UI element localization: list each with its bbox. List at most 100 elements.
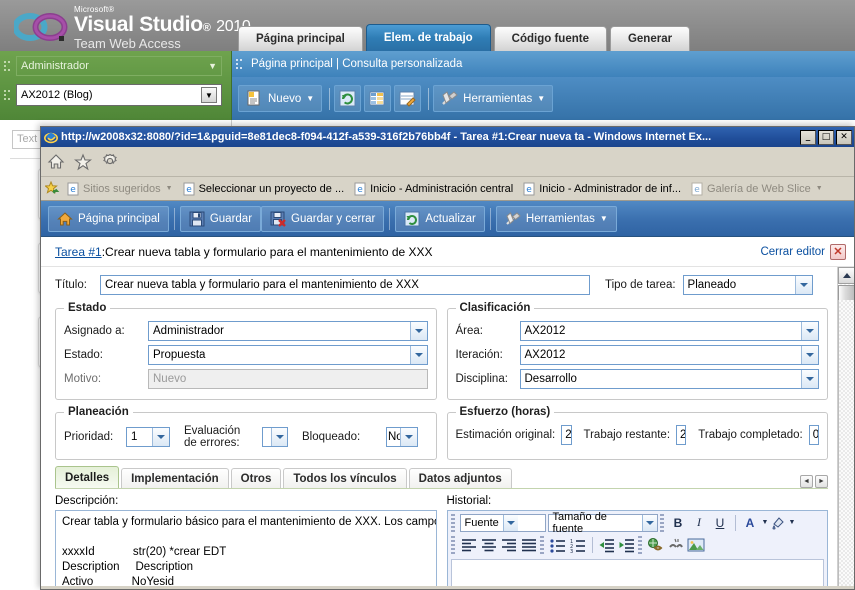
asignado-a-combo[interactable]: Administrador	[148, 321, 428, 341]
chevron-down-icon[interactable]	[152, 428, 169, 446]
close-button[interactable]: ✕	[836, 129, 852, 145]
tools-menu-button[interactable]: Herramientas ▼	[433, 85, 554, 112]
align-center-icon[interactable]	[480, 537, 498, 553]
tab-elem-de-trabajo[interactable]: Elem. de trabajo	[365, 24, 491, 51]
fav-seleccionar-proyecto[interactable]: e Seleccionar un proyecto de ...	[180, 181, 348, 197]
tab-otros[interactable]: Otros	[230, 468, 282, 488]
chevron-down-icon[interactable]	[400, 428, 417, 446]
scroll-up-button[interactable]	[838, 267, 854, 284]
tab-pagina-principal[interactable]: Página principal	[238, 26, 363, 51]
chevron-down-icon[interactable]	[409, 346, 427, 364]
prioridad-combo[interactable]: 1	[126, 427, 170, 447]
project-selector[interactable]: AX2012 (Blog) ▼	[16, 84, 222, 106]
iteracion-combo[interactable]: AX2012	[519, 345, 819, 365]
close-editor-button[interactable]: Cerrar editor ✕	[760, 243, 846, 260]
tab-scroll-right-button[interactable]: ►	[815, 475, 828, 488]
chevron-down-icon[interactable]	[794, 276, 812, 294]
fav-inicio-administrador-inf[interactable]: e Inicio - Administrador de inf...	[520, 181, 684, 197]
window-title-bar[interactable]: http://w2008x32:8080/?id=1&pguid=8e81dec…	[41, 127, 854, 147]
save-and-close-button[interactable]: Guardar y cerrar	[261, 205, 385, 232]
tab-codigo-fuente[interactable]: Código fuente	[493, 26, 607, 51]
refresh-button[interactable]: Actualizar	[395, 205, 485, 232]
bloqueado-combo[interactable]: No	[386, 427, 418, 447]
maximize-button[interactable]: □	[818, 129, 834, 145]
visual-studio-logo: Microsoft® Visual Studio® 2010 Team Web …	[14, 6, 251, 50]
area-combo[interactable]: AX2012	[519, 321, 819, 341]
home-button[interactable]: Página principal	[48, 205, 169, 232]
font-color-button[interactable]: A	[741, 513, 760, 532]
trabajo-completado-input[interactable]: 0	[808, 425, 819, 445]
estado-combo[interactable]: Propuesta	[148, 345, 428, 365]
font-size-select[interactable]: Tamaño de fuente	[547, 511, 658, 535]
disciplina-combo[interactable]: Desarrollo	[519, 369, 819, 389]
evaluacion-errores-combo[interactable]	[262, 427, 288, 447]
edit-query-button[interactable]	[394, 85, 422, 112]
work-item-id-link[interactable]: Tarea #1	[55, 245, 102, 259]
align-right-icon[interactable]	[500, 537, 518, 553]
fav-inicio-administracion-central[interactable]: e Inicio - Administración central	[351, 181, 516, 197]
tab-todos-los-vinculos[interactable]: Todos los vínculos	[283, 468, 407, 488]
chevron-down-icon[interactable]	[409, 322, 427, 340]
highlight-color-icon[interactable]	[770, 515, 786, 531]
fav-galeria-web-slice[interactable]: e Galería de Web Slice ▼	[688, 181, 826, 197]
chevron-down-icon[interactable]	[801, 370, 818, 388]
title-input[interactable]: Crear nueva tabla y formulario para el m…	[100, 275, 590, 295]
bullet-list-icon[interactable]	[549, 537, 567, 553]
iteracion-value: AX2012	[524, 349, 566, 361]
save-close-icon	[270, 211, 286, 227]
chevron-down-icon[interactable]: ▼	[788, 519, 795, 526]
insert-image-icon[interactable]	[687, 537, 705, 553]
tools-hammer-icon	[506, 211, 521, 225]
chevron-down-icon[interactable]	[801, 322, 818, 340]
disciplina-label: Disciplina:	[455, 373, 508, 385]
chevron-down-icon[interactable]	[641, 514, 657, 531]
tab-generar[interactable]: Generar	[609, 26, 691, 51]
tools-menu-button[interactable]: Herramientas ▼	[495, 205, 617, 232]
indent-icon[interactable]	[618, 537, 636, 553]
underline-button[interactable]: U	[711, 513, 730, 532]
planeacion-legend: Planeación	[68, 406, 129, 418]
favorites-star-icon[interactable]	[74, 153, 92, 171]
home-icon[interactable]	[47, 153, 65, 171]
font-family-select[interactable]: Fuente	[459, 513, 546, 532]
tab-datos-adjuntos[interactable]: Datos adjuntos	[408, 468, 512, 488]
fav-sitios-sugeridos[interactable]: e Sitios sugeridos ▼	[64, 181, 176, 197]
align-left-icon[interactable]	[460, 537, 478, 553]
grip-icon	[637, 536, 642, 554]
minimize-button[interactable]: _	[800, 129, 816, 145]
chevron-down-icon[interactable]	[801, 346, 818, 364]
title-row: Título: Crear nueva tabla y formulario p…	[55, 275, 828, 295]
chevron-down-icon[interactable]	[502, 514, 518, 531]
internet-explorer-window[interactable]: http://w2008x32:8080/?id=1&pguid=8e81dec…	[40, 126, 855, 590]
remove-link-icon[interactable]	[667, 537, 685, 553]
tab-scroll-left-button[interactable]: ◄	[800, 475, 813, 488]
align-justify-icon[interactable]	[520, 537, 538, 553]
user-selector[interactable]: Administrador ▼	[16, 56, 222, 76]
tab-detalles[interactable]: Detalles	[55, 466, 120, 488]
trabajo-restante-input[interactable]: 2	[676, 425, 687, 445]
refresh-button[interactable]	[334, 85, 362, 112]
estimacion-original-input[interactable]: 2	[561, 425, 572, 445]
numbered-list-icon[interactable]: 123	[569, 537, 587, 553]
column-options-button[interactable]	[364, 85, 392, 112]
new-work-item-button[interactable]: Nuevo ▼	[238, 85, 323, 112]
browser-scrollbar[interactable]	[838, 300, 854, 586]
chevron-down-icon[interactable]: ▼	[762, 519, 769, 526]
history-textarea[interactable]	[450, 559, 824, 586]
chevron-down-icon[interactable]: ▼	[201, 87, 217, 103]
disciplina-row: Disciplina: Desarrollo	[455, 369, 819, 389]
detail-panes: Descripción: Crear tabla y formulario bá…	[55, 489, 828, 586]
tools-gear-icon[interactable]	[101, 153, 119, 171]
add-to-favorites-icon[interactable]	[45, 181, 60, 196]
breadcrumb[interactable]: Página principal | Consulta personalizad…	[251, 58, 462, 70]
bold-button[interactable]: B	[669, 513, 688, 532]
outdent-icon[interactable]	[598, 537, 616, 553]
insert-link-icon[interactable]	[647, 537, 665, 553]
italic-button[interactable]: I	[690, 513, 709, 532]
chevron-down-icon[interactable]	[271, 428, 287, 446]
tab-implementacion[interactable]: Implementación	[121, 468, 229, 488]
task-type-combo[interactable]: Planeado	[682, 275, 813, 295]
grip-icon	[450, 513, 455, 532]
save-button[interactable]: Guardar	[179, 205, 262, 232]
description-textarea[interactable]: Crear tabla y formulario básico para el …	[55, 510, 437, 586]
